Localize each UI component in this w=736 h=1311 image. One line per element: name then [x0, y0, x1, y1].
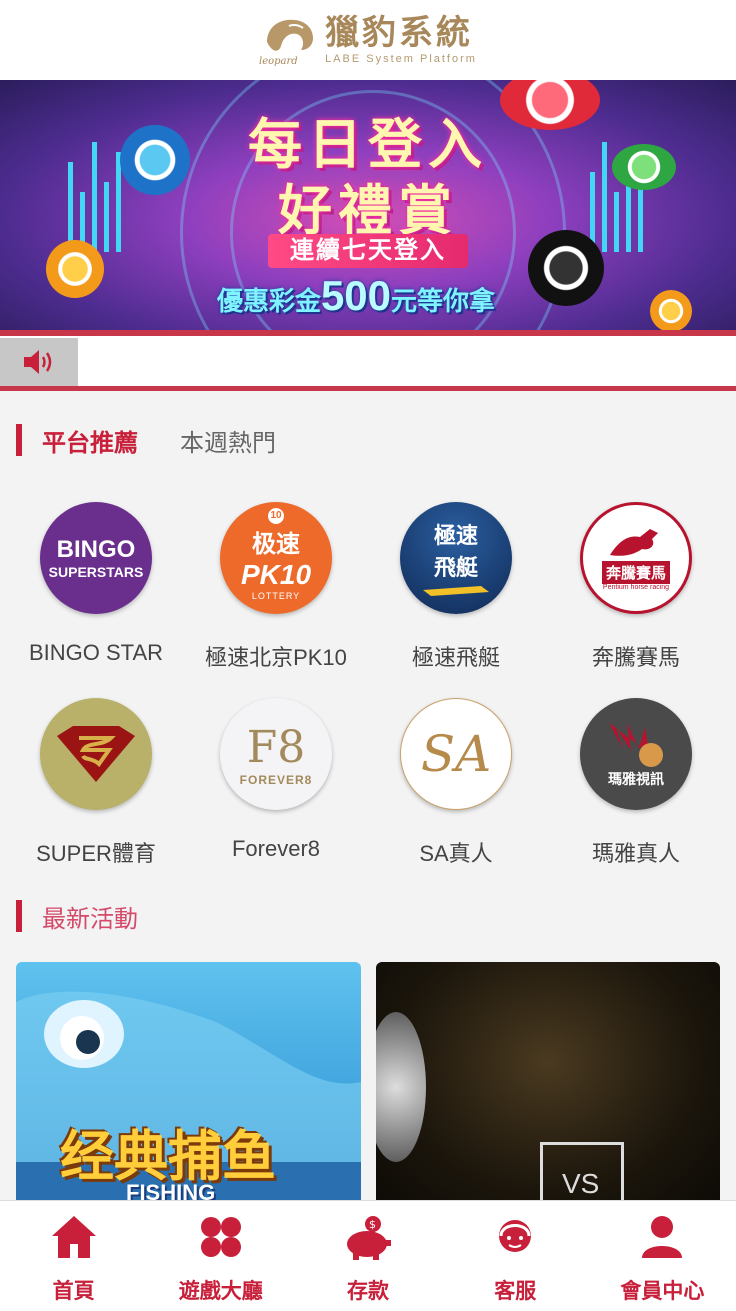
bingo-logo-icon: BINGO SUPERSTARS — [40, 502, 152, 614]
bottom-navigation: 首頁 遊戲大廳 $ 存款 客服 會員中心 — [0, 1200, 736, 1311]
marquee-divider — [0, 386, 736, 391]
nav-label: 首頁 — [52, 1280, 95, 1303]
nav-member-center[interactable]: 會員中心 — [589, 1201, 736, 1311]
piggy-bank-icon: $ — [347, 1216, 391, 1260]
speedboat-logo-icon: 極速 飛艇 — [400, 502, 512, 614]
nav-home[interactable]: 首頁 — [0, 1201, 147, 1311]
logo-title: 獵豹系統 — [325, 12, 474, 53]
svg-text:leopard: leopard — [259, 56, 298, 67]
customer-service-icon — [499, 1220, 532, 1252]
vs-label: VS — [562, 1168, 600, 1199]
nav-label: 客服 — [494, 1280, 537, 1303]
banner-subtitle: 連續七天登入 — [268, 234, 468, 268]
home-icon — [51, 1216, 96, 1258]
platform-label: SA真人 — [419, 841, 493, 866]
section-bar — [16, 424, 22, 456]
platform-item-horse-racing[interactable]: 奔騰賽馬 Pentium horse racing 奔騰賽馬 — [544, 502, 728, 672]
platform-section-header: 平台推薦 本週熱門 — [16, 423, 276, 458]
activity-card-fishing[interactable]: 经典捕鱼 FISHING — [16, 962, 361, 1212]
logo[interactable]: leopard 獵豹系統 LABE System Platform — [259, 12, 477, 68]
activities-title: 最新活動 — [42, 905, 138, 933]
chip-decoration — [46, 240, 104, 298]
platform-item-pk10[interactable]: 10 极速 PK10 LOTTERY 極速北京PK10 — [184, 502, 368, 672]
section-bar — [16, 900, 22, 932]
platform-label: BINGO STAR — [28, 640, 164, 665]
platform-item-speedboat[interactable]: 極速 飛艇 極速飛艇 — [364, 502, 548, 672]
tab-platform-recommend[interactable]: 平台推薦 — [42, 423, 138, 458]
pk10-logo-icon: 10 极速 PK10 LOTTERY — [220, 502, 332, 614]
platform-label: 極速飛艇 — [411, 645, 500, 670]
logo-subtitle: LABE System Platform — [325, 52, 477, 65]
platform-label: Forever8 — [231, 836, 321, 861]
announcement-marquee[interactable] — [0, 336, 736, 386]
horse-racing-logo-icon: 奔騰賽馬 Pentium horse racing — [580, 502, 692, 614]
game-lobby-icon — [200, 1217, 241, 1257]
promo-banner[interactable]: 每日登入 好禮賞 連續七天登入 優惠彩金500元等你拿 — [0, 80, 736, 332]
nav-game-lobby[interactable]: 遊戲大廳 — [147, 1201, 294, 1311]
nav-customer-service[interactable]: 客服 — [442, 1201, 589, 1311]
ball-decoration — [376, 1012, 426, 1162]
activity-card-vs[interactable]: VS — [376, 962, 720, 1212]
activities-section-header: 最新活動 — [16, 900, 138, 933]
platform-item-forever8[interactable]: F8 FOREVER8 Forever8 — [184, 698, 368, 862]
banner-promo: 優惠彩金500元等你拿 — [216, 272, 496, 319]
platform-item-maya-live[interactable]: 瑪雅視訊 瑪雅真人 — [544, 698, 728, 868]
nav-deposit[interactable]: $ 存款 — [294, 1201, 441, 1311]
maya-logo-icon: 瑪雅視訊 — [580, 698, 692, 810]
speaker-icon — [24, 350, 52, 374]
nav-label: 存款 — [347, 1280, 389, 1303]
nav-label: 遊戲大廳 — [178, 1280, 263, 1303]
platform-label: SUPER體育 — [36, 841, 156, 866]
platform-item-super-sports[interactable]: SUPER體育 — [4, 698, 188, 868]
platform-label: 瑪雅真人 — [591, 841, 680, 866]
speaker-button[interactable] — [0, 338, 78, 386]
chip-decoration — [650, 290, 692, 332]
forever8-logo-icon: F8 FOREVER8 — [220, 698, 332, 810]
sa-logo-icon: SA — [400, 698, 512, 810]
svg-text:$: $ — [369, 1218, 376, 1231]
member-icon — [642, 1216, 683, 1258]
app-header: leopard 獵豹系統 LABE System Platform — [0, 0, 736, 81]
leopard-logo-icon: leopard — [259, 19, 314, 67]
superman-logo-icon — [40, 698, 152, 810]
platform-label: 奔騰賽馬 — [591, 645, 680, 670]
platform-item-bingo-star[interactable]: BINGO SUPERSTARS BINGO STAR — [4, 502, 188, 666]
tab-weekly-hot[interactable]: 本週熱門 — [180, 423, 276, 458]
platform-item-sa-live[interactable]: SA SA真人 — [364, 698, 548, 868]
platform-label: 極速北京PK10 — [205, 645, 347, 670]
nav-label: 會員中心 — [620, 1280, 705, 1303]
